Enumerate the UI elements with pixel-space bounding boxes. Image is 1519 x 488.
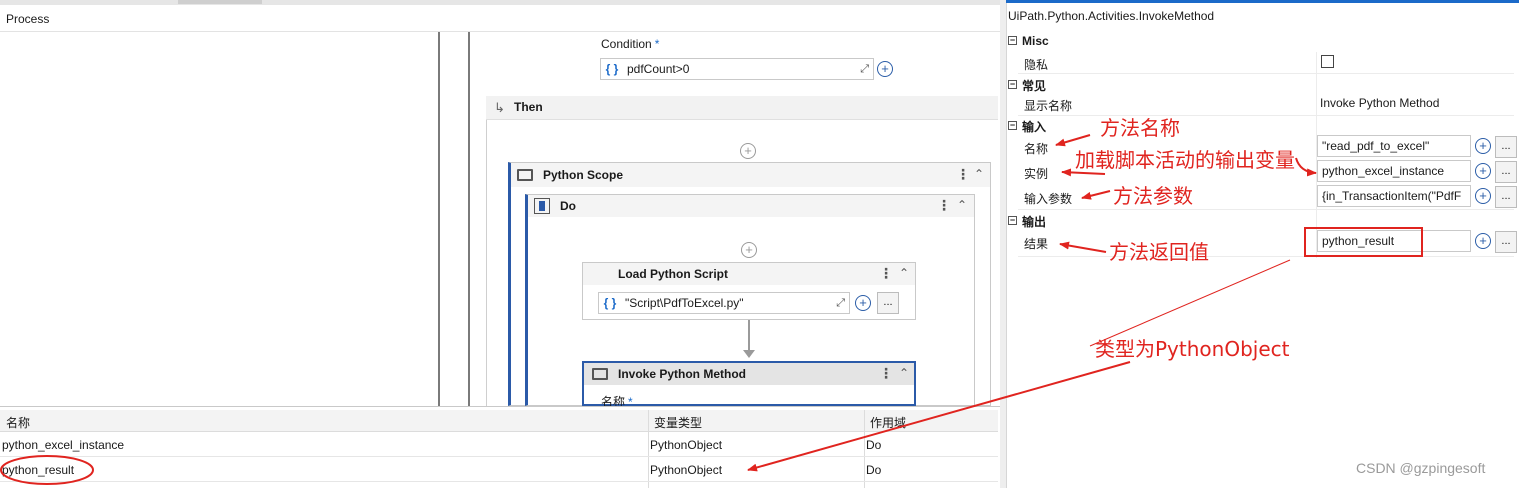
collapse-input-icon[interactable]: − — [1008, 121, 1017, 130]
annotation-type-note: 类型为PythonObject — [1095, 337, 1290, 361]
script-browse-button[interactable]: ... — [877, 292, 899, 314]
variable-scope[interactable]: Do — [866, 438, 881, 452]
python-scope-title: Python Scope — [543, 168, 624, 182]
script-add-button[interactable]: + — [855, 295, 871, 311]
row-divider — [0, 456, 998, 457]
python-scope-menu-icon[interactable]: ⋮ — [956, 166, 970, 183]
do-header[interactable] — [528, 195, 974, 217]
braces-icon: { } — [603, 296, 617, 310]
then-label: Then — [514, 100, 543, 114]
annotation-method-return: 方法返回值 — [1109, 240, 1209, 264]
input-params-add-button[interactable]: + — [1475, 188, 1491, 204]
collapse-misc-icon[interactable]: − — [1008, 36, 1017, 45]
expand-icon[interactable]: ⤢ — [860, 63, 873, 76]
do-menu-icon[interactable]: ⋮ — [937, 197, 951, 214]
col-header-name[interactable]: 名称 — [6, 414, 30, 431]
watermark: CSDN @gzpingesoft — [1356, 460, 1486, 476]
row-divider — [1018, 256, 1514, 257]
category-misc[interactable]: Misc — [1022, 34, 1049, 48]
highlight-ellipse — [0, 455, 94, 485]
annotation-method-params: 方法参数 — [1113, 184, 1193, 208]
load-python-script-title: Load Python Script — [618, 267, 729, 281]
col-header-type[interactable]: 变量类型 — [654, 414, 702, 431]
python-scope-collapse-icon[interactable]: ⌃ — [974, 167, 984, 181]
invoke-collapse-icon[interactable]: ⌃ — [899, 366, 909, 380]
instance-label: 实例 — [1024, 167, 1049, 181]
row-divider — [1018, 209, 1514, 210]
instance-field[interactable]: python_excel_instance — [1317, 160, 1471, 182]
column-divider — [648, 410, 649, 488]
private-label: 隐私 — [1024, 58, 1049, 72]
condition-label: Condition * — [601, 37, 660, 51]
result-label: 结果 — [1024, 237, 1049, 251]
sequence-line-right — [468, 32, 470, 406]
row-divider — [1018, 115, 1514, 116]
then-header[interactable] — [486, 96, 998, 120]
input-params-browse-button[interactable]: ... — [1495, 186, 1517, 208]
tab-stub[interactable] — [178, 0, 262, 4]
variable-type[interactable]: PythonObject — [650, 463, 722, 477]
invoke-python-method-title: Invoke Python Method — [618, 367, 747, 381]
collapse-output-icon[interactable]: − — [1008, 216, 1017, 225]
row-divider — [0, 481, 998, 482]
column-divider — [864, 410, 865, 488]
braces-icon: { } — [605, 62, 619, 76]
sequence-line-left — [438, 32, 440, 406]
method-name-add-button[interactable]: + — [1475, 138, 1491, 154]
properties-title: UiPath.Python.Activities.InvokeMethod — [1008, 9, 1215, 23]
category-input[interactable]: 输入 — [1022, 118, 1046, 135]
variable-name[interactable]: python_excel_instance — [2, 438, 124, 452]
result-highlight-box — [1304, 227, 1423, 257]
load-script-collapse-icon[interactable]: ⌃ — [899, 266, 909, 280]
condition-field[interactable]: { } pdfCount>0 ⤢ — [600, 58, 874, 80]
invoke-menu-icon[interactable]: ⋮ — [879, 365, 893, 382]
script-path-field[interactable]: { } "Script\PdfToExcel.py" ⤢ — [598, 292, 850, 314]
display-name-value[interactable]: Invoke Python Method — [1320, 96, 1439, 110]
condition-add-button[interactable]: + — [877, 61, 893, 77]
display-name-label: 显示名称 — [1024, 99, 1073, 113]
method-name-label: 名称 — [1024, 142, 1049, 156]
activity-icon — [592, 368, 608, 380]
then-arrow-icon: ↳ — [494, 100, 505, 115]
variable-type[interactable]: PythonObject — [650, 438, 722, 452]
row-divider — [1018, 73, 1514, 74]
result-browse-button[interactable]: ... — [1495, 231, 1517, 253]
properties-accent-line — [1006, 0, 1519, 3]
collapse-common-icon[interactable]: − — [1008, 80, 1017, 89]
do-collapse-icon[interactable]: ⌃ — [957, 198, 967, 212]
variables-header — [0, 410, 998, 432]
sequence-icon — [534, 198, 550, 214]
result-add-button[interactable]: + — [1475, 233, 1491, 249]
insert-activity-button-2[interactable]: + — [741, 242, 757, 258]
instance-add-button[interactable]: + — [1475, 163, 1491, 179]
expand-icon[interactable]: ⤢ — [836, 297, 849, 310]
variable-scope[interactable]: Do — [866, 463, 881, 477]
condition-value: pdfCount>0 — [627, 62, 690, 76]
input-params-label: 输入参数 — [1024, 192, 1073, 206]
insert-activity-button-1[interactable]: + — [740, 143, 756, 159]
activity-icon — [517, 169, 533, 181]
connector-arrow — [743, 350, 755, 358]
col-header-scope[interactable]: 作用域 — [870, 414, 906, 431]
method-name-field[interactable]: "read_pdf_to_excel" — [1317, 135, 1471, 157]
instance-browse-button[interactable]: ... — [1495, 161, 1517, 183]
private-checkbox[interactable] — [1321, 55, 1334, 68]
breadcrumb[interactable]: Process — [0, 5, 1000, 32]
input-params-field[interactable]: {in_TransactionItem("PdfF — [1317, 185, 1471, 207]
load-script-menu-icon[interactable]: ⋮ — [879, 265, 893, 282]
do-title: Do — [560, 199, 576, 213]
annotation-load-output: 加载脚本活动的输出变量 — [1075, 148, 1295, 172]
script-path-value: "Script\PdfToExcel.py" — [625, 296, 744, 310]
annotation-method-name: 方法名称 — [1100, 116, 1180, 140]
category-output[interactable]: 输出 — [1022, 213, 1046, 230]
method-name-browse-button[interactable]: ... — [1495, 136, 1517, 158]
connector-line — [748, 320, 750, 354]
category-common[interactable]: 常见 — [1022, 77, 1046, 94]
